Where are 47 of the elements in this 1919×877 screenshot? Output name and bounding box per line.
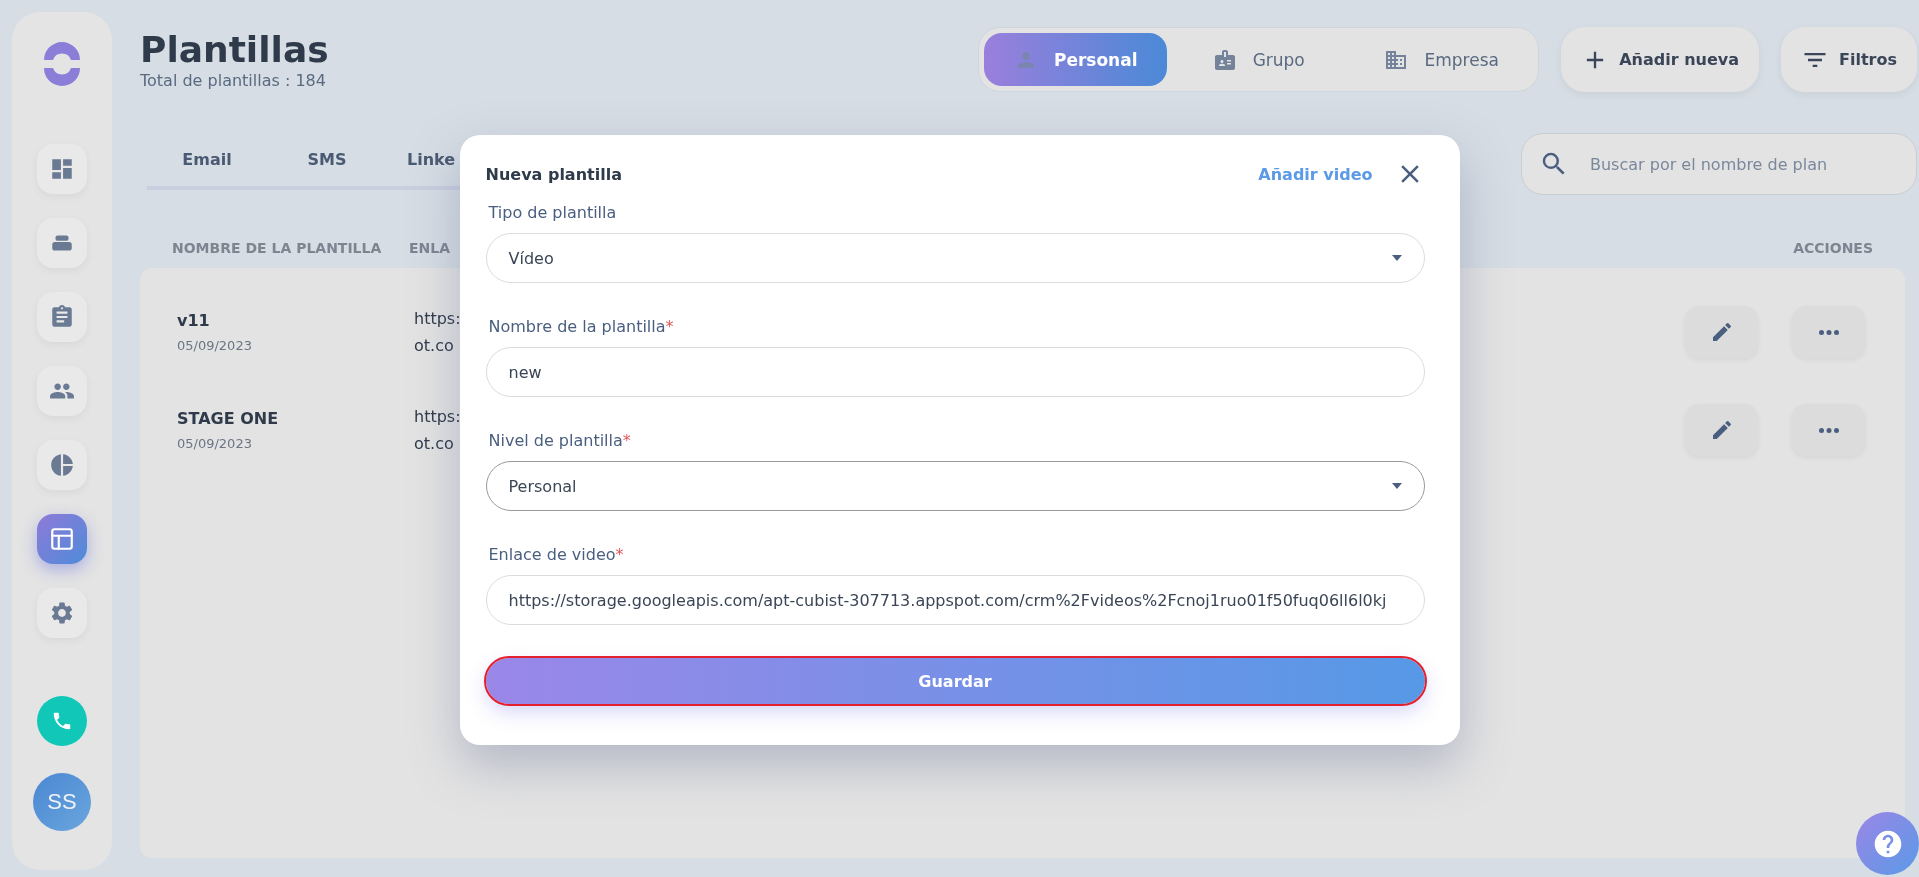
tab[interactable]: Email xyxy=(147,133,267,186)
user-avatar[interactable]: SS xyxy=(33,773,91,831)
template-count: Total de plantillas : 184 xyxy=(140,71,327,90)
scope-tab[interactable]: Grupo xyxy=(1167,33,1351,86)
scope-tab[interactable]: Personal xyxy=(984,33,1168,86)
sidebar-nav-button[interactable] xyxy=(37,218,87,268)
dialog-title: Nueva plantilla xyxy=(485,164,623,184)
phone-button[interactable] xyxy=(37,696,87,746)
tab[interactable]: SMS xyxy=(267,133,387,186)
add-video-link[interactable]: Añadir video xyxy=(1258,164,1373,184)
settings-icon xyxy=(49,600,75,626)
scope-tab[interactable]: Empresa xyxy=(1350,33,1534,86)
template-date: 05/09/2023 xyxy=(177,436,253,451)
tab[interactable]: Linke xyxy=(387,133,456,186)
sidebar-nav-button[interactable] xyxy=(37,144,87,194)
edit-button[interactable] xyxy=(1685,404,1758,456)
template-name: v11 xyxy=(177,311,211,330)
search-field[interactable]: Buscar por el nombre de plan xyxy=(1521,133,1917,195)
pie-chart-icon xyxy=(49,452,75,478)
sidebar-nav-button[interactable] xyxy=(37,514,87,564)
column-header: ENLA xyxy=(409,239,452,256)
column-header: ACCIONES xyxy=(1793,239,1873,256)
template-name: STAGE ONE xyxy=(177,409,280,428)
page-title: Plantillas xyxy=(140,29,330,71)
column-header: NOMBRE DE LA PLANTILLA xyxy=(172,239,383,256)
edit-button[interactable] xyxy=(1685,306,1758,358)
more-icon xyxy=(1818,329,1839,335)
sidebar-nav-button[interactable] xyxy=(37,366,87,416)
save-button[interactable]: Guardar xyxy=(485,658,1425,704)
dashboard-icon xyxy=(49,156,75,182)
filters-button[interactable]: Filtros xyxy=(1781,27,1917,92)
clipboard-icon xyxy=(49,304,75,330)
field-label: Nombre de la plantilla* xyxy=(488,317,675,337)
field-label: Nivel de plantilla* xyxy=(488,431,632,451)
sidebar-nav-button[interactable] xyxy=(37,440,87,490)
more-icon xyxy=(1818,427,1839,433)
template-date: 05/09/2023 xyxy=(177,338,253,353)
sidebar-nav-button[interactable] xyxy=(37,588,87,638)
template-icon xyxy=(49,526,75,552)
id-card-icon xyxy=(1212,47,1237,72)
caret-icon xyxy=(1391,255,1402,261)
field-label: Enlace de video* xyxy=(488,545,625,565)
field-label: Tipo de plantilla xyxy=(488,203,618,223)
caret-icon xyxy=(1391,483,1402,489)
add-new-button[interactable]: Añadir nueva xyxy=(1561,27,1760,92)
sidebar-nav-button[interactable] xyxy=(37,292,87,342)
phone-icon xyxy=(51,710,73,732)
